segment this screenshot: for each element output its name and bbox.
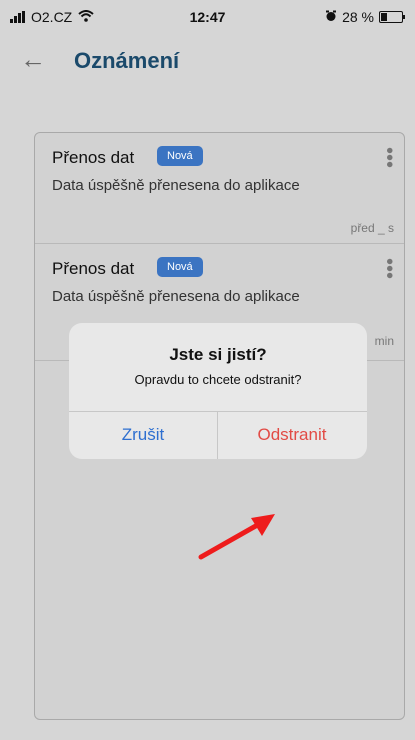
new-badge: Nová [157,257,203,277]
notification-body: Data úspěšně přenesena do aplikace [52,177,300,194]
notification-title: Přenos dat [52,259,135,278]
battery-percent: 28 % [342,9,374,25]
page-title: Oznámení [74,48,180,73]
list-item[interactable]: Přenos dat Nová ••• Data úspěšně přenese… [35,133,404,244]
notification-time: min [374,334,394,348]
status-right: 28 % [325,9,405,25]
app-bar: ← Oznámení [0,36,415,86]
notification-title: Přenos dat [52,148,135,167]
battery-icon [379,11,405,23]
annotation-arrow-icon [198,514,275,560]
dialog-message: Opravdu to chcete odstranit? [134,372,302,387]
cancel-button[interactable]: Zrušit [69,411,217,459]
confirm-dialog: Jste si jistí? Opravdu to chcete odstran… [69,323,367,459]
dialog-title: Jste si jistí? [169,345,267,364]
notification-body: Data úspěšně přenesena do aplikace [52,288,300,305]
new-badge: Nová [157,146,203,166]
back-arrow-icon[interactable]: ← [20,44,46,75]
delete-button[interactable]: Odstranit [218,411,366,459]
alarm-icon [325,9,337,25]
notification-time: před _ s [350,221,394,235]
more-vertical-icon[interactable]: ••• [378,258,400,279]
more-vertical-icon[interactable]: ••• [378,147,400,168]
status-bar: O2.CZ 12:47 28 % [0,0,415,36]
